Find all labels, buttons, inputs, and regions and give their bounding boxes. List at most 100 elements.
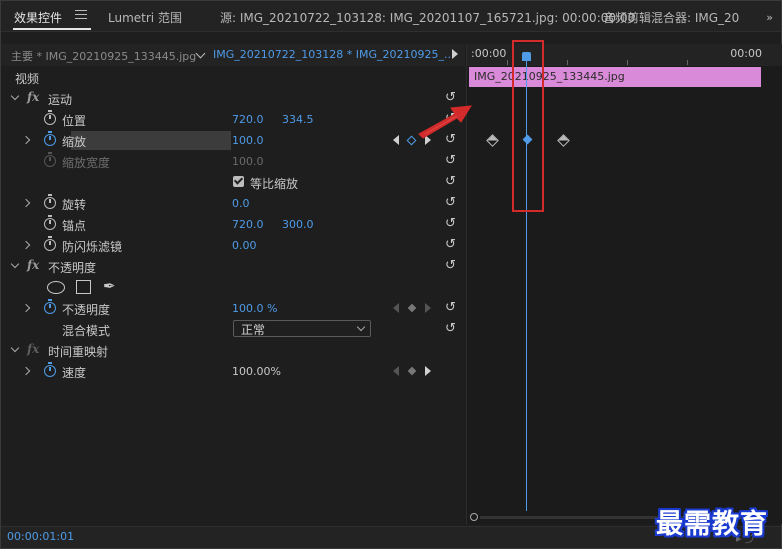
tab-audio-mixer[interactable]: 音频剪辑混合器: IMG_20: [603, 9, 739, 26]
add-keyframe-icon[interactable]: [407, 366, 417, 376]
annotation-arrow-icon: [418, 105, 472, 139]
keyframe-marker[interactable]: [557, 134, 570, 147]
property-blend-mode-row: 混合模式 正常 ↺: [1, 319, 465, 340]
blend-mode-select[interactable]: 正常: [233, 320, 371, 337]
watermark-logo: 最需教育: [656, 509, 768, 540]
stopwatch-icon[interactable]: [44, 362, 56, 377]
stopwatch-icon[interactable]: [44, 194, 56, 209]
current-timecode[interactable]: 00:00:01:01: [7, 530, 74, 543]
chevron-right-icon[interactable]: [21, 240, 31, 250]
speed-label: 速度: [62, 366, 87, 380]
position-y-value[interactable]: 334.5: [282, 113, 314, 126]
reset-icon[interactable]: ↺: [445, 300, 456, 315]
opacity-label: 不透明度: [62, 303, 111, 317]
anti-flicker-label: 防闪烁滤镜: [62, 240, 123, 254]
anti-flicker-value[interactable]: 0.00: [232, 239, 257, 252]
chevron-down-icon[interactable]: [10, 259, 20, 269]
uniform-scale-label: 等比缩放: [250, 177, 299, 191]
previous-keyframe-icon[interactable]: [393, 366, 399, 376]
stopwatch-icon[interactable]: [44, 299, 56, 314]
fx-icon: fx: [27, 342, 40, 356]
annotation-highlight-box: [512, 40, 544, 212]
ruler-end-time: 00:00: [730, 47, 762, 60]
effect-opacity-row[interactable]: fx 不透明度 ↺: [1, 256, 465, 277]
source-selector-row: 主要 * IMG_20210925_133445.jpg IMG_2021072…: [1, 44, 465, 66]
section-video: 视频: [1, 67, 465, 88]
fx-icon[interactable]: fx: [27, 258, 39, 272]
anchor-label: 锚点: [62, 219, 87, 233]
scale-label: 缩放: [62, 135, 87, 149]
property-rotation-row: 旋转 0.0 ↺: [1, 193, 465, 214]
fx-icon[interactable]: fx: [27, 90, 39, 104]
speed-value[interactable]: 100.00%: [232, 365, 281, 378]
scale-value[interactable]: 100.0: [232, 134, 264, 147]
position-x-value[interactable]: 720.0: [232, 113, 264, 126]
next-keyframe-icon[interactable]: [425, 303, 431, 313]
tab-source[interactable]: 源: IMG_20210722_103128: IMG_20201107_165…: [220, 9, 635, 26]
uniform-scale-checkbox[interactable]: [233, 176, 244, 187]
scale-width-value: 100.0: [232, 155, 264, 168]
chevron-down-icon[interactable]: [10, 91, 20, 101]
property-scale-row: 缩放 100.0 ↺: [1, 130, 465, 151]
selected-row-highlight: [71, 131, 231, 150]
reset-icon[interactable]: ↺: [445, 216, 456, 231]
reset-icon[interactable]: ↺: [445, 174, 456, 189]
anchor-x-value[interactable]: 720.0: [232, 218, 264, 231]
chevron-right-icon[interactable]: [21, 198, 31, 208]
ruler-tick: [627, 60, 628, 65]
pen-mask-icon[interactable]: ✒: [103, 277, 116, 295]
panel-header: 效果控件 Lumetri 范围 源: IMG_20210722_103128: …: [1, 1, 781, 32]
zoom-handle[interactable]: [470, 513, 478, 521]
stopwatch-icon[interactable]: [44, 110, 56, 125]
master-clip-label[interactable]: 主要 * IMG_20210925_133445.jpg: [11, 48, 196, 64]
sequence-clip-label[interactable]: IMG_20210722_103128 * IMG_20210925_...: [213, 48, 454, 61]
anchor-y-value[interactable]: 300.0: [282, 218, 314, 231]
previous-keyframe-icon[interactable]: [393, 135, 399, 145]
stopwatch-icon: [44, 152, 56, 167]
active-tab-underline: [13, 28, 91, 30]
ruler-start-time: :00:00: [471, 47, 507, 60]
scale-width-label: 缩放宽度: [62, 156, 111, 170]
chevron-down-icon[interactable]: [10, 343, 20, 353]
blend-mode-value: 正常: [241, 323, 266, 337]
property-scale-width-row: 缩放宽度 100.0 ↺: [1, 151, 465, 172]
chevron-down-icon[interactable]: [195, 48, 206, 59]
property-uniform-scale-row: 等比缩放 ↺: [1, 172, 465, 193]
mask-tools-row: ✒: [1, 277, 465, 298]
chevron-right-icon[interactable]: [21, 135, 31, 145]
play-triangle-icon[interactable]: [452, 49, 458, 59]
add-keyframe-icon[interactable]: [407, 303, 417, 313]
property-opacity-row: 不透明度 100.0 % ↺: [1, 298, 465, 319]
next-keyframe-icon[interactable]: [425, 366, 431, 376]
stopwatch-icon[interactable]: [44, 236, 56, 251]
tab-lumetri[interactable]: Lumetri 范围: [108, 9, 182, 26]
stopwatch-icon[interactable]: [44, 131, 56, 146]
property-anti-flicker-row: 防闪烁滤镜 0.00 ↺: [1, 235, 465, 256]
property-speed-row: 速度 100.00%: [1, 361, 465, 382]
position-label: 位置: [62, 114, 87, 128]
chevron-right-icon[interactable]: [21, 366, 31, 376]
effect-motion-label: 运动: [48, 93, 73, 107]
effect-motion-row[interactable]: fx 运动 ↺: [1, 88, 465, 109]
stopwatch-icon[interactable]: [44, 215, 56, 230]
effect-time-remap-row[interactable]: fx 时间重映射: [1, 340, 465, 361]
chevron-double-right-icon[interactable]: »: [766, 11, 773, 24]
panel-menu-icon[interactable]: [75, 10, 87, 20]
keyframe-marker[interactable]: [486, 134, 499, 147]
reset-icon[interactable]: ↺: [445, 258, 456, 273]
rotation-value[interactable]: 0.0: [232, 197, 250, 210]
reset-icon[interactable]: ↺: [445, 153, 456, 168]
chevron-right-icon[interactable]: [21, 303, 31, 313]
reset-icon[interactable]: ↺: [445, 195, 456, 210]
reset-icon[interactable]: ↺: [445, 321, 456, 336]
opacity-value[interactable]: 100.0 %: [232, 302, 277, 315]
tab-effect-controls[interactable]: 效果控件: [14, 9, 62, 26]
ruler-tick: [567, 60, 568, 65]
effect-time-remap-label: 时间重映射: [48, 345, 109, 359]
ruler-tick: [687, 60, 688, 65]
reset-icon[interactable]: ↺: [445, 237, 456, 252]
blend-mode-label: 混合模式: [62, 324, 111, 338]
ellipse-mask-icon[interactable]: [47, 281, 65, 294]
rectangle-mask-icon[interactable]: [76, 280, 91, 294]
previous-keyframe-icon[interactable]: [393, 303, 399, 313]
